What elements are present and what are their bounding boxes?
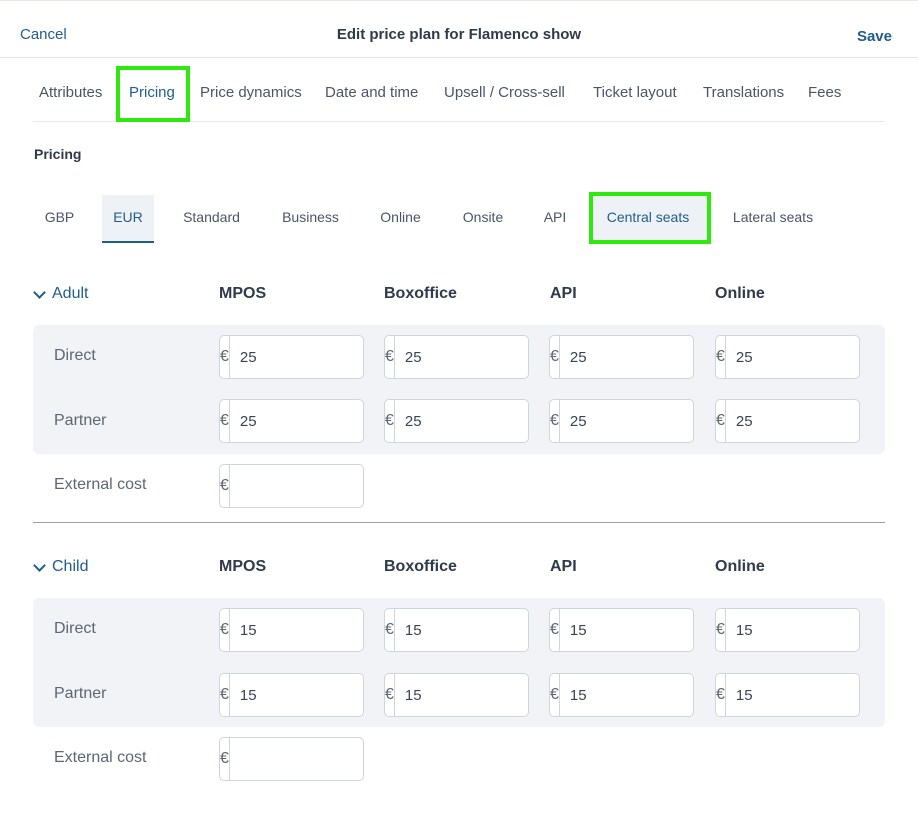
currency-symbol: €	[385, 400, 395, 442]
subtab-onsite[interactable]: Onsite	[449, 195, 517, 243]
group-toggle-child[interactable]: Child	[33, 558, 88, 576]
currency-symbol: €	[220, 738, 230, 780]
price-value[interactable]	[229, 400, 363, 442]
price-value[interactable]	[394, 336, 528, 378]
price-value[interactable]	[394, 400, 528, 442]
currency-symbol: €	[716, 609, 726, 651]
group-header-adult: Adult MPOS Boxoffice API Online	[33, 285, 885, 309]
external-cost-value[interactable]	[229, 738, 363, 780]
dialog-header: Cancel Edit price plan for Flamenco show…	[0, 0, 918, 58]
currency-symbol: €	[220, 674, 230, 716]
price-value[interactable]	[725, 609, 859, 651]
currency-symbol: €	[550, 400, 560, 442]
row-label-direct: Direct	[54, 347, 96, 364]
price-input-adult-partner-api[interactable]: €	[549, 399, 694, 443]
row-label-partner: Partner	[54, 685, 107, 702]
currency-symbol: €	[220, 609, 230, 651]
currency-symbol: €	[220, 336, 230, 378]
row-label-direct: Direct	[54, 620, 96, 637]
external-cost-input-child[interactable]: €	[219, 737, 364, 781]
pricing-subtabs: GBP EUR Standard Business Online Onsite …	[33, 195, 885, 245]
price-value[interactable]	[394, 674, 528, 716]
chevron-down-icon	[33, 285, 46, 299]
subtab-api[interactable]: API	[532, 195, 578, 243]
currency-symbol: €	[550, 336, 560, 378]
price-input-child-direct-online[interactable]: €	[715, 608, 860, 652]
group-name: Adult	[52, 285, 89, 302]
save-button[interactable]: Save	[857, 28, 892, 45]
price-input-child-direct-mpos[interactable]: €	[219, 608, 364, 652]
tab-price-dynamics[interactable]: Price dynamics	[200, 84, 302, 101]
price-input-child-partner-api[interactable]: €	[549, 673, 694, 717]
column-header-mpos: MPOS	[219, 558, 267, 575]
currency-symbol: €	[550, 674, 560, 716]
price-input-child-partner-mpos[interactable]: €	[219, 673, 364, 717]
price-value[interactable]	[725, 400, 859, 442]
subtab-standard[interactable]: Standard	[169, 195, 254, 243]
price-input-adult-direct-api[interactable]: €	[549, 335, 694, 379]
price-value[interactable]	[229, 609, 363, 651]
price-input-adult-direct-online[interactable]: €	[715, 335, 860, 379]
group-divider	[33, 522, 885, 523]
currency-symbol: €	[716, 400, 726, 442]
highlight-box-pricing-tab	[116, 66, 190, 122]
row-label-external-cost: External cost	[54, 749, 147, 766]
group-header-child: Child MPOS Boxoffice API Online	[33, 558, 885, 582]
price-input-adult-partner-mpos[interactable]: €	[219, 399, 364, 443]
price-value[interactable]	[725, 336, 859, 378]
column-header-boxoffice: Boxoffice	[384, 558, 457, 575]
price-input-child-partner-online[interactable]: €	[715, 673, 860, 717]
column-header-online: Online	[715, 558, 765, 575]
currency-symbol: €	[385, 336, 395, 378]
tab-attributes[interactable]: Attributes	[39, 84, 102, 101]
subtab-central-seats[interactable]: Central seats	[593, 195, 703, 243]
price-input-child-direct-api[interactable]: €	[549, 608, 694, 652]
row-label-partner: Partner	[54, 412, 107, 429]
currency-symbol: €	[550, 609, 560, 651]
external-cost-value[interactable]	[229, 465, 363, 507]
price-input-adult-partner-boxoffice[interactable]: €	[384, 399, 529, 443]
tab-ticket-layout[interactable]: Ticket layout	[593, 84, 677, 101]
price-value[interactable]	[394, 609, 528, 651]
currency-symbol: €	[220, 465, 230, 507]
column-header-api: API	[550, 558, 577, 575]
currency-symbol: €	[220, 400, 230, 442]
price-value[interactable]	[559, 400, 693, 442]
group-name: Child	[52, 558, 89, 575]
price-value[interactable]	[229, 674, 363, 716]
tab-translations[interactable]: Translations	[703, 84, 784, 101]
subtab-lateral-seats[interactable]: Lateral seats	[718, 195, 828, 243]
currency-symbol: €	[385, 674, 395, 716]
group-toggle-adult[interactable]: Adult	[33, 285, 88, 303]
currency-symbol: €	[716, 674, 726, 716]
section-title: Pricing	[34, 146, 82, 162]
price-value[interactable]	[229, 336, 363, 378]
price-value[interactable]	[559, 674, 693, 716]
subtab-online[interactable]: Online	[367, 195, 434, 243]
external-cost-input-adult[interactable]: €	[219, 464, 364, 508]
price-input-adult-direct-mpos[interactable]: €	[219, 335, 364, 379]
column-header-api: API	[550, 285, 577, 302]
column-header-mpos: MPOS	[219, 285, 267, 302]
price-input-adult-partner-online[interactable]: €	[715, 399, 860, 443]
row-label-external-cost: External cost	[54, 476, 147, 493]
subtab-eur[interactable]: EUR	[102, 195, 154, 243]
price-input-adult-direct-boxoffice[interactable]: €	[384, 335, 529, 379]
price-value[interactable]	[559, 609, 693, 651]
price-input-child-direct-boxoffice[interactable]: €	[384, 608, 529, 652]
subtab-business[interactable]: Business	[269, 195, 352, 243]
price-input-child-partner-boxoffice[interactable]: €	[384, 673, 529, 717]
subtab-gbp[interactable]: GBP	[33, 195, 86, 243]
currency-symbol: €	[716, 336, 726, 378]
tab-fees[interactable]: Fees	[808, 84, 841, 101]
price-value[interactable]	[725, 674, 859, 716]
currency-symbol: €	[385, 609, 395, 651]
price-value[interactable]	[559, 336, 693, 378]
tab-upsell-cross-sell[interactable]: Upsell / Cross-sell	[444, 84, 565, 101]
column-header-boxoffice: Boxoffice	[384, 285, 457, 302]
column-header-online: Online	[715, 285, 765, 302]
dialog-title: Edit price plan for Flamenco show	[336, 26, 582, 43]
chevron-down-icon	[33, 558, 46, 572]
tab-date-and-time[interactable]: Date and time	[325, 84, 418, 101]
